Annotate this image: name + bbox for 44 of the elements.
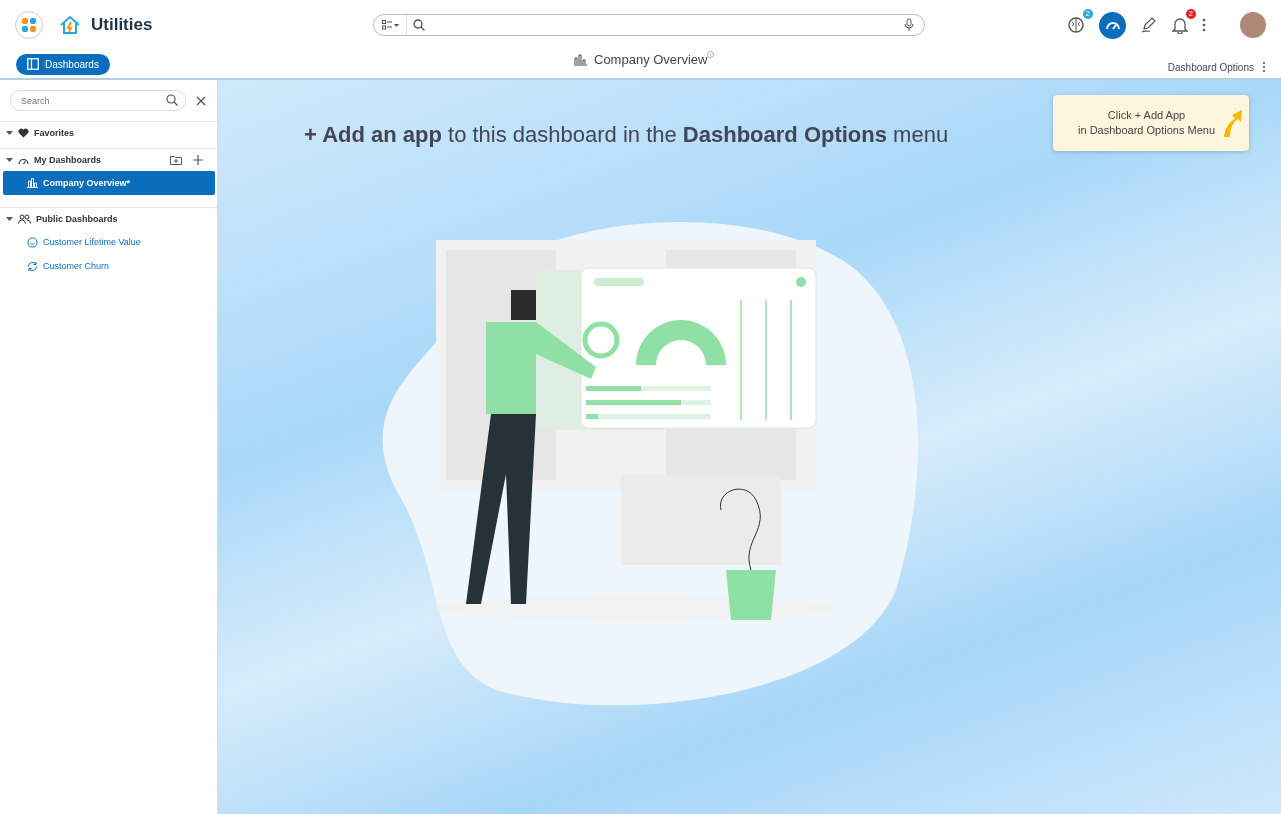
caret-icon[interactable] (6, 157, 13, 163)
notification-badge: 2 (1082, 9, 1093, 19)
bell-icon[interactable] (1172, 16, 1188, 34)
apps-button[interactable] (15, 11, 43, 39)
search-field[interactable]: Search (10, 90, 186, 111)
page-title: Company Overview (594, 52, 708, 67)
refresh-icon (27, 260, 38, 272)
dashboard-item[interactable]: Customer Lifetime Value (3, 230, 215, 254)
dashboard-item[interactable]: Company Overview* (3, 171, 215, 195)
panel-icon (27, 58, 39, 70)
pen-icon[interactable] (1140, 16, 1158, 34)
house-icon (59, 15, 81, 35)
microphone-icon[interactable] (904, 18, 914, 32)
more-icon[interactable] (1262, 61, 1266, 73)
add-icon[interactable] (193, 155, 203, 165)
bar-chart-icon (27, 178, 38, 188)
more-icon[interactable] (1202, 18, 1206, 32)
search-icon (166, 94, 178, 106)
dashboard-button[interactable] (1099, 11, 1126, 39)
section-title[interactable]: My Dashboards (34, 155, 102, 165)
heart-icon (18, 128, 29, 138)
smiley-icon (27, 236, 38, 248)
notification-badge: 2 (1185, 9, 1196, 19)
brain-icon[interactable] (1067, 16, 1085, 34)
caret-icon[interactable] (6, 216, 13, 222)
section-title[interactable]: Favorites (34, 128, 75, 138)
list-dropdown-icon (382, 20, 400, 30)
search-icon (413, 19, 425, 31)
app-title: Utilities (91, 15, 153, 35)
new-folder-icon[interactable] (170, 155, 182, 165)
dashboard-options-link[interactable]: Dashboard Options (1167, 61, 1254, 73)
empty-state-message: + Add an app to this dashboard in the Dashboard Options menu (304, 122, 949, 148)
dashboard-item[interactable]: Customer Churn (3, 254, 215, 278)
users-icon (18, 214, 31, 224)
arrow-icon (1221, 108, 1243, 138)
dashboards-button[interactable]: Dashboards (16, 53, 110, 75)
grid-icon (21, 17, 37, 33)
bar-chart-icon (573, 53, 588, 66)
section-title[interactable]: Public Dashboards (36, 214, 118, 224)
caret-icon[interactable] (6, 130, 13, 136)
search-type-dropdown[interactable] (382, 15, 407, 35)
hint-text: Click + Add App in Dashboard Options Menu (1078, 108, 1215, 138)
close-icon[interactable] (196, 95, 206, 106)
avatar[interactable] (1240, 12, 1266, 38)
